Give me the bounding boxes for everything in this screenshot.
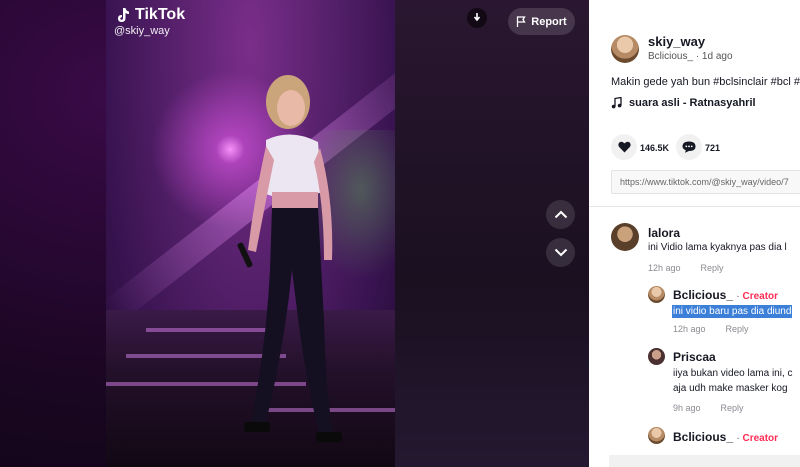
performer-figure [237,75,342,442]
music-title: suara asli - Ratnasyahril [629,97,756,109]
video-description: Makin gede yah bun #bclsinclair #bcl # [611,76,800,88]
mute-button[interactable] [467,8,487,28]
report-label: Report [531,15,567,28]
tiktok-brand-text: TikTok [135,6,186,23]
video-player[interactable] [106,0,395,467]
reply-time: 12h ago [673,324,706,334]
reply-button[interactable]: Reply [726,324,749,334]
video-link-field[interactable]: https://www.tiktok.com/@skiy_way/video/7 [611,170,800,194]
reply-author[interactable]: Bclicious_ · Creator [673,288,778,302]
tiktok-watermark: TikTok [114,6,185,24]
reply-text: ini vidio baru pas dia diund [672,305,793,318]
tiktok-logo-icon [118,8,129,22]
comment-time: 12h ago [648,263,681,273]
details-panel: skiy_way Bclicious_ · 1d ago Makin gede … [589,0,800,467]
author-username[interactable]: skiy_way [648,34,705,49]
reply-author-name[interactable]: Bclicious_ [673,430,733,444]
comment-icon [682,141,696,153]
reply-avatar[interactable] [648,427,665,444]
blurred-background [394,0,589,467]
reply-text-line1: iiya bukan video lama ini, c [673,368,793,379]
reply-author[interactable]: Bclicious_ · Creator [673,430,778,444]
panel-divider [589,206,800,207]
mute-icon [473,13,481,22]
heart-icon [617,141,631,153]
author-nickname: Bclicious_ [648,51,694,62]
comment-meta: 12h ago Reply [648,263,724,273]
reply-meta: 12h ago Reply [673,324,749,334]
previous-video-button[interactable] [546,200,575,229]
creator-badge: Creator [742,433,779,444]
music-note-icon [611,97,622,109]
reply-meta: 9h ago Reply [673,403,744,413]
reply-author-name[interactable]: Priscaa [673,350,716,364]
comment-text: ini Vidio lama kyaknya pas dia l [648,242,787,253]
chevron-up-icon [554,210,567,219]
post-time: 1d ago [701,51,733,62]
reply-time: 9h ago [673,403,701,413]
flag-icon [517,16,526,27]
reply-button[interactable]: Reply [701,263,724,273]
video-handle: @skiy_way [114,25,170,37]
reply-text-line2: aja udh make masker kog [673,383,788,394]
comment-count: 721 [705,143,721,153]
like-count: 146.5K [640,143,670,153]
like-button[interactable] [611,134,637,160]
reply-author-name[interactable]: Bclicious_ [673,288,733,302]
next-video-button[interactable] [546,238,575,267]
chevron-down-icon [554,248,567,257]
comment-button[interactable] [676,134,702,160]
video-area: TikTok @skiy_way Report [0,0,589,467]
commenter-name[interactable]: lalora [648,226,680,240]
comment-input-bar[interactable] [609,455,800,467]
reply-avatar[interactable] [648,286,665,303]
creator-badge: Creator [742,291,779,302]
reply-button[interactable]: Reply [721,403,744,413]
reply-avatar[interactable] [648,348,665,365]
music-link[interactable]: suara asli - Ratnasyahril [611,97,756,109]
commenter-avatar[interactable] [611,223,639,251]
author-subline: Bclicious_ · 1d ago [648,51,733,62]
author-avatar[interactable] [611,35,639,63]
report-button[interactable]: Report [508,8,575,35]
